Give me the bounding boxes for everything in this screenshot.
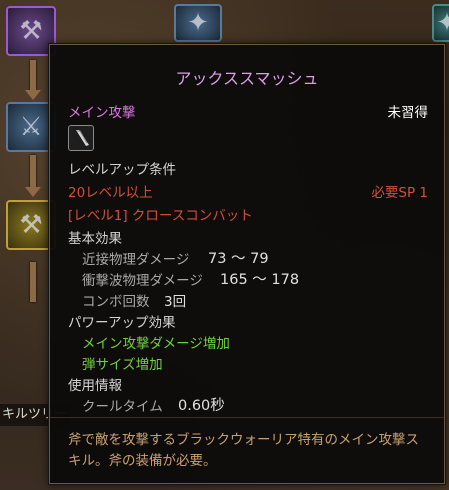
skill-title: アックススマッシュ [175,69,319,88]
tree-connector [30,155,36,187]
effect-label: 近接物理ダメージ [82,252,190,268]
axe-weapon-icon [68,125,94,151]
level-requirement: 20レベル以上 [68,185,153,201]
powerup-heading: パワーアップ効果 [68,315,176,331]
sp-requirement: 必要SP 1 [371,185,428,201]
basic-effects-heading: 基本効果 [68,231,122,247]
effect-label: コンボ回数 [82,294,150,310]
blue-crest-icon: ✦ [187,8,209,38]
effect-label: 衝撃波物理ダメージ [82,273,203,289]
cooldown-label: クールタイム [82,399,163,415]
usage-heading: 使用情報 [68,378,122,394]
tree-arrow [25,90,41,100]
learn-status: 未習得 [387,105,429,121]
tree-arrow [25,187,41,197]
tree-connector [30,60,36,92]
gold-axe-icon: ⚒ [19,210,43,240]
cooldown-value: 0.60秒 [178,398,225,414]
skill-tooltip: アックススマッシュ メイン攻撃 未習得 レベルアップ条件 20レベル以上 必要S… [49,44,445,484]
effect-value: 73 ～ 79 [208,251,269,267]
blue-skill-icon: ⚔ [19,112,43,142]
skill-type: メイン攻撃 [68,105,136,121]
effect-value: 3回 [164,294,187,310]
effect-value: 165 ～ 178 [220,272,300,288]
axe-icon: ⚒ [19,16,43,46]
prerequisite-skill: [レベル1] クロースコンバット [68,208,253,224]
skill-node-top-right[interactable]: ✦ [432,4,449,42]
description-section: 斧で敵を攻撃するブラックウォーリア特有のメイン攻撃スキル。斧の装備が必要。 [50,417,444,483]
powerup-effect: メイン攻撃ダメージ増加 [82,336,230,352]
requirements-heading: レベルアップ条件 [68,162,176,178]
skill-node-top-middle[interactable]: ✦ [174,4,222,42]
tree-connector [30,262,36,302]
powerup-effect: 弾サイズ増加 [82,357,163,373]
teal-skill-icon: ✦ [436,8,449,38]
skill-description: 斧で敵を攻撃するブラックウォーリア特有のメイン攻撃スキル。斧の装備が必要。 [68,432,419,469]
